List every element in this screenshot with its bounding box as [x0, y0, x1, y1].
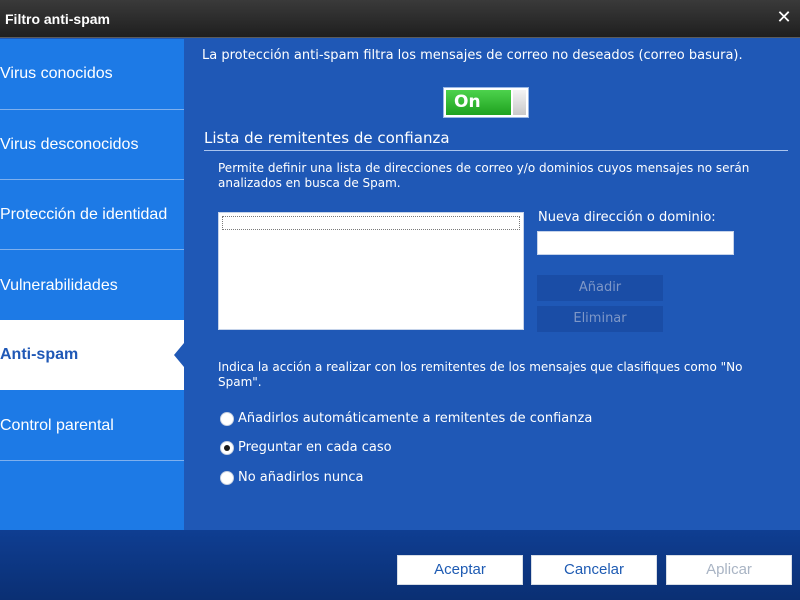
list-focus-item [222, 216, 520, 230]
title-bar [0, 0, 800, 38]
add-button[interactable]: Añadir [537, 275, 663, 301]
cancel-button[interactable]: Cancelar [531, 555, 657, 585]
sidebar-item-anti-spam[interactable]: Anti-spam [0, 320, 184, 390]
window-title: Filtro anti-spam [5, 11, 111, 27]
antispam-description: La protección anti-spam filtra los mensa… [202, 48, 743, 63]
trusted-senders-title: Lista de remitentes de confianza [204, 129, 450, 147]
sidebar-item-virus-conocidos[interactable]: Virus conocidos [0, 39, 184, 109]
remove-button[interactable]: Eliminar [537, 306, 663, 332]
antispam-toggle[interactable]: On [443, 87, 529, 118]
new-address-label: Nueva dirección o dominio: [538, 210, 716, 225]
new-address-input[interactable] [537, 231, 734, 255]
sidebar-item-proteccion-identidad[interactable]: Protección de identidad [0, 180, 184, 250]
trusted-senders-description: Permite definir una lista de direcciones… [218, 161, 750, 190]
radio-label: Añadirlos automáticamente a remitentes d… [238, 411, 593, 426]
sidebar-divider [0, 460, 184, 461]
radio-label: Preguntar en cada caso [238, 440, 392, 455]
sidebar-item-vulnerabilidades[interactable]: Vulnerabilidades [0, 251, 184, 321]
radio-label: No añadirlos nunca [238, 470, 364, 485]
radio-button[interactable] [220, 471, 234, 485]
sidebar-item-control-parental[interactable]: Control parental [0, 391, 184, 461]
toggle-on-label: On [446, 90, 511, 115]
trusted-senders-list[interactable] [218, 212, 524, 330]
radio-button[interactable] [220, 412, 234, 426]
section-divider [204, 150, 788, 151]
radio-button-checked[interactable] [220, 441, 234, 455]
nospam-action-description: Indica la acción a realizar con los remi… [218, 360, 743, 389]
sidebar-item-virus-desconocidos[interactable]: Virus desconocidos [0, 110, 184, 180]
toggle-knob [513, 90, 526, 115]
accept-button[interactable]: Aceptar [397, 555, 523, 585]
close-icon[interactable]: ✕ [772, 6, 796, 30]
sidebar-divider [0, 249, 184, 250]
apply-button[interactable]: Aplicar [666, 555, 792, 585]
